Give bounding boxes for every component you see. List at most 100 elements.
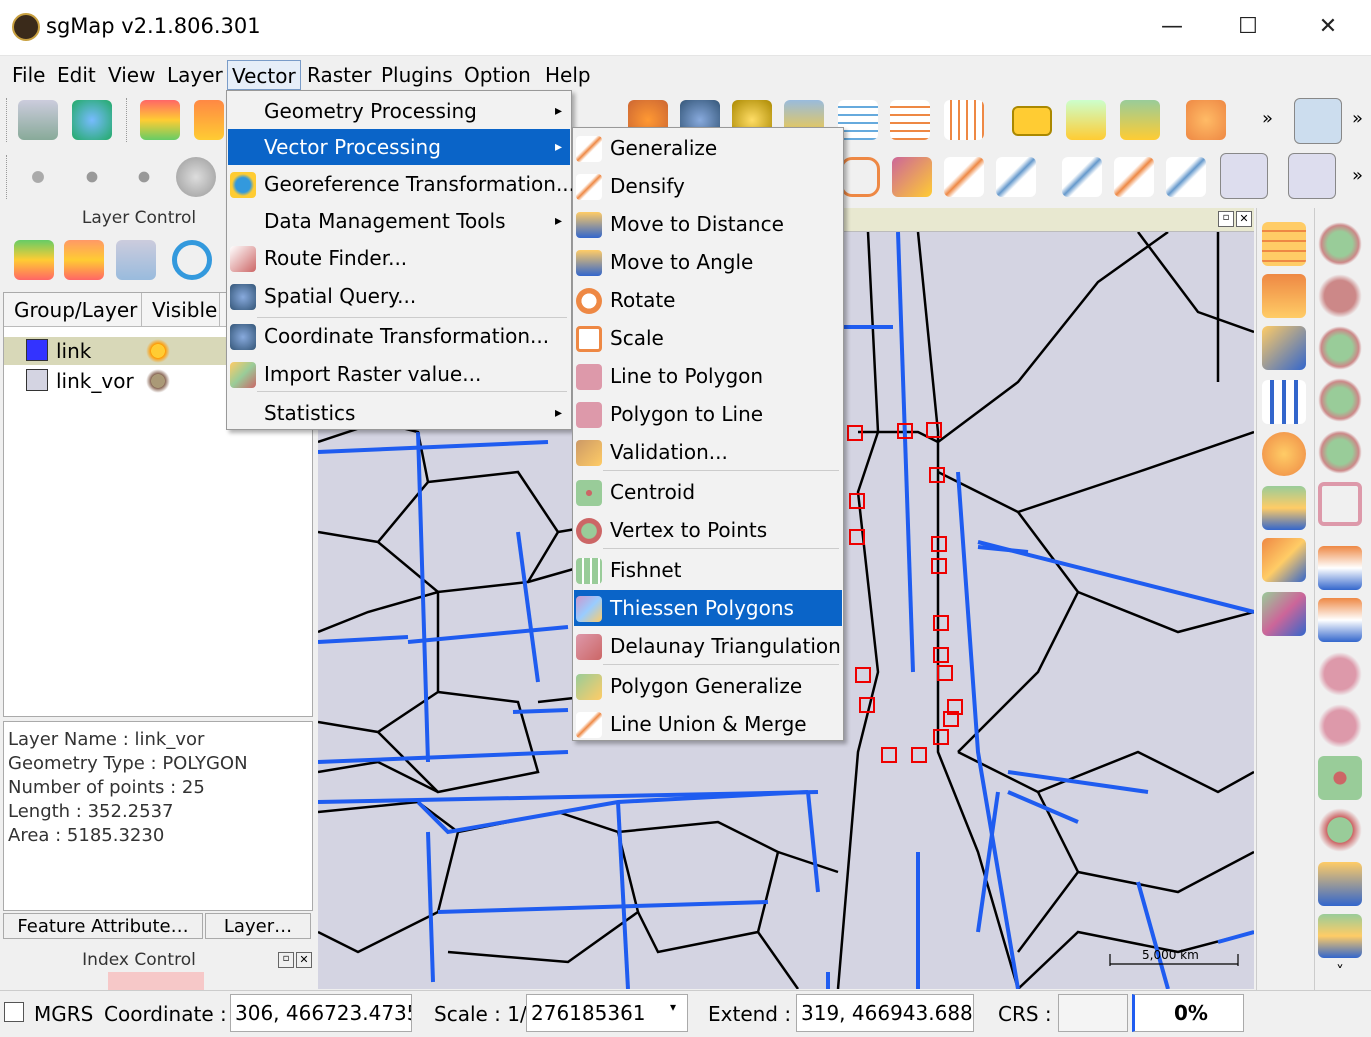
polygon-simplify-icon[interactable] (1318, 652, 1362, 696)
raster-export-icon[interactable] (1262, 326, 1306, 370)
polygon-erase-icon[interactable] (1318, 482, 1362, 526)
polygon-dissolve-icon[interactable] (1318, 274, 1362, 318)
line-nodes-icon[interactable] (72, 157, 112, 197)
submenu-vertex-to-points[interactable]: Vertex to Points (574, 512, 842, 548)
polygon-intersect-icon[interactable] (1318, 326, 1362, 370)
coordinate-field[interactable]: 306, 466723.4735 (230, 994, 412, 1032)
select-feature-icon[interactable] (1294, 98, 1342, 144)
table-icon[interactable] (838, 100, 878, 140)
vertex-select-icon[interactable] (1220, 153, 1268, 199)
close-panel-icon[interactable]: ✕ (296, 952, 312, 968)
column-visible[interactable]: Visible (142, 293, 220, 327)
menu-plugins[interactable]: Plugins (377, 60, 457, 90)
table-edit-icon[interactable] (890, 100, 930, 140)
submenu-scale[interactable]: Scale (574, 320, 842, 356)
menu-vector-processing[interactable]: Vector Processing ▸ (228, 129, 570, 165)
pan-icon[interactable] (1186, 100, 1226, 140)
points-in-polygon-icon[interactable] (1318, 756, 1362, 800)
offset-icon[interactable] (1318, 598, 1362, 642)
float-panel-icon[interactable]: ▫ (278, 952, 294, 968)
menu-vector[interactable]: Vector (227, 60, 301, 90)
menu-file[interactable]: File (8, 60, 49, 90)
refresh-icon[interactable] (172, 240, 212, 280)
add-vector-icon[interactable] (18, 100, 58, 140)
column-group-layer[interactable]: Group/Layer (4, 293, 142, 327)
hexagon-icon[interactable] (840, 157, 880, 197)
raster-upload-icon[interactable] (1262, 486, 1306, 530)
polygon-clip-icon[interactable] (1318, 430, 1362, 474)
menu-statistics[interactable]: Statistics ▸ (228, 395, 570, 431)
polygon-difference-icon[interactable] (1318, 378, 1362, 422)
raster-analysis-icon[interactable] (1262, 592, 1306, 636)
circle-icon[interactable] (176, 157, 216, 197)
menu-georeference-transformation[interactable]: Georeference Transformation... (228, 166, 575, 202)
add-layer-icon[interactable] (140, 100, 180, 140)
toolbar-overflow-icon-2[interactable]: » (1352, 108, 1363, 129)
menu-view[interactable]: View (104, 60, 159, 90)
tab-layer[interactable]: Layer… (205, 913, 311, 939)
polygon-edit-icon[interactable] (892, 157, 932, 197)
delete-vertex-icon[interactable] (996, 157, 1036, 197)
tab-feature-attribute[interactable]: Feature Attribute… (3, 913, 203, 939)
submenu-polygon-to-line[interactable]: Polygon to Line (574, 396, 842, 432)
crs-field[interactable] (1058, 994, 1128, 1032)
submenu-fishnet[interactable]: Fishnet (574, 552, 842, 588)
spatial-merge-icon[interactable] (1318, 914, 1362, 958)
toolbar-overflow-icon-3[interactable]: » (1352, 165, 1363, 186)
menu-geometry-processing[interactable]: Geometry Processing ▸ (228, 93, 570, 129)
menu-raster[interactable]: Raster (303, 60, 376, 90)
raster-merge-icon[interactable] (1262, 380, 1306, 424)
polygon-vertices-icon[interactable] (1318, 808, 1362, 852)
maximize-button[interactable]: ☐ (1228, 8, 1268, 46)
extend-field[interactable]: 319, 466943.6888 (796, 994, 974, 1032)
submenu-line-to-polygon[interactable]: Line to Polygon (574, 358, 842, 394)
menu-edit[interactable]: Edit (53, 60, 100, 90)
submenu-rotate[interactable]: Rotate (574, 282, 842, 318)
submenu-validation[interactable]: Validation... (574, 434, 842, 470)
measure-area-icon[interactable] (1066, 100, 1106, 140)
submenu-centroid[interactable]: Centroid (574, 474, 842, 510)
submenu-move-to-angle[interactable]: Move to Angle (574, 244, 842, 280)
raster-clip-icon[interactable] (1262, 432, 1306, 476)
visible-sun-icon[interactable] (146, 339, 170, 363)
split-line-icon[interactable] (1062, 157, 1102, 197)
points-icon[interactable] (18, 157, 58, 197)
scale-dropdown-icon[interactable]: ▾ (670, 1000, 676, 1014)
submenu-generalize[interactable]: Generalize (574, 130, 842, 166)
minimize-button[interactable]: — (1152, 8, 1192, 46)
table-columns-icon[interactable] (944, 100, 984, 140)
close-button[interactable]: ✕ (1308, 8, 1348, 46)
spatial-join-icon[interactable] (1318, 862, 1362, 906)
scale-field[interactable]: 276185361 (526, 994, 688, 1032)
polygon-nodes-icon[interactable] (124, 157, 164, 197)
measure-volume-icon[interactable] (1120, 100, 1160, 140)
buffer-icon[interactable] (1318, 546, 1362, 590)
submenu-move-to-distance[interactable]: Move to Distance (574, 206, 842, 242)
polygon-smooth-icon[interactable] (1318, 704, 1362, 748)
raster-calculator-icon[interactable] (1262, 222, 1306, 266)
submenu-line-union-merge[interactable]: Line Union & Merge (574, 706, 842, 742)
add-layer-group-icon[interactable] (14, 240, 54, 280)
raster-resample-icon[interactable] (1262, 538, 1306, 582)
add-vertex-icon[interactable] (944, 157, 984, 197)
add-web-layer-icon[interactable] (72, 100, 112, 140)
mgrs-checkbox[interactable] (4, 1002, 24, 1022)
measure-distance-icon[interactable] (1012, 106, 1052, 136)
submenu-thiessen-polygons[interactable]: Thiessen Polygons (574, 590, 842, 626)
menu-data-management-tools[interactable]: Data Management Tools ▸ (228, 203, 570, 239)
menu-import-raster-value[interactable]: Import Raster value... (228, 356, 570, 392)
layer-properties-icon[interactable] (116, 240, 156, 280)
polygon-union-icon[interactable] (1318, 222, 1362, 266)
menu-coordinate-transformation[interactable]: Coordinate Transformation... (228, 318, 570, 354)
toolbar-overflow-icon[interactable]: » (1262, 108, 1273, 129)
menu-help[interactable]: Help (541, 60, 595, 90)
export-layer-icon[interactable] (64, 240, 104, 280)
visible-sun-icon[interactable] (146, 369, 170, 393)
remove-layer-icon[interactable] (194, 100, 224, 140)
menu-option[interactable]: Option (460, 60, 535, 90)
submenu-densify[interactable]: Densify (574, 168, 842, 204)
menu-spatial-query[interactable]: Spatial Query... (228, 278, 570, 314)
submenu-polygon-generalize[interactable]: Polygon Generalize (574, 668, 842, 704)
raster-fill-icon[interactable] (1262, 274, 1306, 318)
scroll-down-icon[interactable]: ˅ (1336, 962, 1344, 981)
